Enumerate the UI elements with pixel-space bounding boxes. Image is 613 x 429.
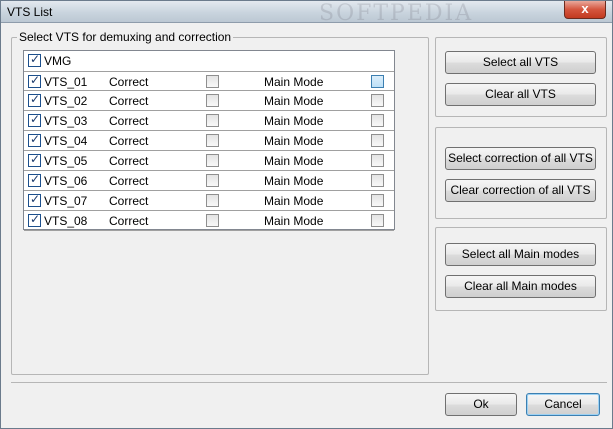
list-item-vts: VTS_07 Correct Main Mode <box>24 191 394 211</box>
main-mode-checkbox[interactable] <box>371 154 384 167</box>
main-mode-label: Main Mode <box>264 134 324 148</box>
main-mode-label: Main Mode <box>264 94 324 108</box>
vts-checkbox[interactable] <box>28 172 41 187</box>
vts-checkbox[interactable] <box>28 132 41 147</box>
vts-label: VTS_04 <box>44 134 88 148</box>
correct-label: Correct <box>109 174 149 188</box>
main-mode-label: Main Mode <box>264 214 324 228</box>
list-item-vts: VTS_04 Correct Main Mode <box>24 131 394 151</box>
main-mode-checkbox[interactable] <box>371 114 384 127</box>
correct-checkbox[interactable] <box>206 75 219 88</box>
correct-label: Correct <box>109 75 149 89</box>
main-mode-checkbox[interactable] <box>371 75 384 88</box>
main-mode-label: Main Mode <box>264 114 324 128</box>
correct-label: Correct <box>109 154 149 168</box>
vts-checkbox[interactable] <box>28 212 41 227</box>
correct-label: Correct <box>109 214 149 228</box>
correct-label: Correct <box>109 114 149 128</box>
main-mode-panel <box>435 227 607 311</box>
main-mode-label: Main Mode <box>264 154 324 168</box>
clear-correction-button[interactable]: Clear correction of all VTS <box>445 179 596 202</box>
vts-list-dialog: VTS List SOFTPEDIA x Select VTS for demu… <box>0 0 613 429</box>
correct-label: Correct <box>109 194 149 208</box>
main-mode-checkbox[interactable] <box>371 134 384 147</box>
correction-panel <box>435 127 607 219</box>
list-item-vts: VTS_01 Correct Main Mode <box>24 71 394 91</box>
cancel-button[interactable]: Cancel <box>526 393 600 416</box>
close-button[interactable]: x <box>564 1 606 19</box>
vts-checkbox[interactable] <box>28 112 41 127</box>
watermark-text: SOFTPEDIA <box>319 1 474 26</box>
close-icon: x <box>581 1 589 16</box>
select-correction-button[interactable]: Select correction of all VTS <box>445 147 596 170</box>
ok-button[interactable]: Ok <box>445 393 517 416</box>
main-mode-checkbox[interactable] <box>371 214 384 227</box>
list-item-vts: VTS_02 Correct Main Mode <box>24 91 394 111</box>
correct-label: Correct <box>109 134 149 148</box>
correct-checkbox[interactable] <box>206 134 219 147</box>
vts-label: VTS_07 <box>44 194 88 208</box>
vts-label: VTS_05 <box>44 154 88 168</box>
list-item-vts: VTS_05 Correct Main Mode <box>24 151 394 171</box>
main-mode-checkbox[interactable] <box>371 94 384 107</box>
groupbox-label: Select VTS for demuxing and correction <box>17 30 234 44</box>
vts-label: VTS_02 <box>44 94 88 108</box>
list-item-vmg: VMG <box>24 51 394 71</box>
list-item-vts: VTS_08 Correct Main Mode <box>24 211 394 231</box>
divider <box>11 382 607 383</box>
main-mode-label: Main Mode <box>264 75 324 89</box>
correct-checkbox[interactable] <box>206 114 219 127</box>
correct-checkbox[interactable] <box>206 214 219 227</box>
vts-checkbox[interactable] <box>28 152 41 167</box>
main-mode-checkbox[interactable] <box>371 194 384 207</box>
select-all-vts-button[interactable]: Select all VTS <box>445 51 596 74</box>
correct-checkbox[interactable] <box>206 174 219 187</box>
vts-list: VMG VTS_01 Correct Main Mode VTS_02 Correct M… <box>23 50 395 231</box>
vmg-label: VMG <box>44 54 72 68</box>
vmg-checkbox[interactable] <box>28 52 41 67</box>
vts-label: VTS_03 <box>44 114 88 128</box>
vts-label: VTS_06 <box>44 174 88 188</box>
vts-checkbox[interactable] <box>28 73 41 88</box>
vts-label: VTS_08 <box>44 214 88 228</box>
select-main-modes-button[interactable]: Select all Main modes <box>445 243 596 266</box>
correct-label: Correct <box>109 94 149 108</box>
vts-checkbox[interactable] <box>28 92 41 107</box>
list-item-vts: VTS_03 Correct Main Mode <box>24 111 394 131</box>
window-title: VTS List <box>7 5 53 19</box>
clear-main-modes-button[interactable]: Clear all Main modes <box>445 275 596 298</box>
correct-checkbox[interactable] <box>206 154 219 167</box>
list-item-vts: VTS_06 Correct Main Mode <box>24 171 394 191</box>
main-mode-label: Main Mode <box>264 174 324 188</box>
correct-checkbox[interactable] <box>206 194 219 207</box>
main-mode-label: Main Mode <box>264 194 324 208</box>
main-mode-checkbox[interactable] <box>371 174 384 187</box>
correct-checkbox[interactable] <box>206 94 219 107</box>
title-bar[interactable]: VTS List SOFTPEDIA x <box>1 1 612 26</box>
clear-all-vts-button[interactable]: Clear all VTS <box>445 83 596 106</box>
vts-label: VTS_01 <box>44 75 88 89</box>
vts-checkbox[interactable] <box>28 192 41 207</box>
